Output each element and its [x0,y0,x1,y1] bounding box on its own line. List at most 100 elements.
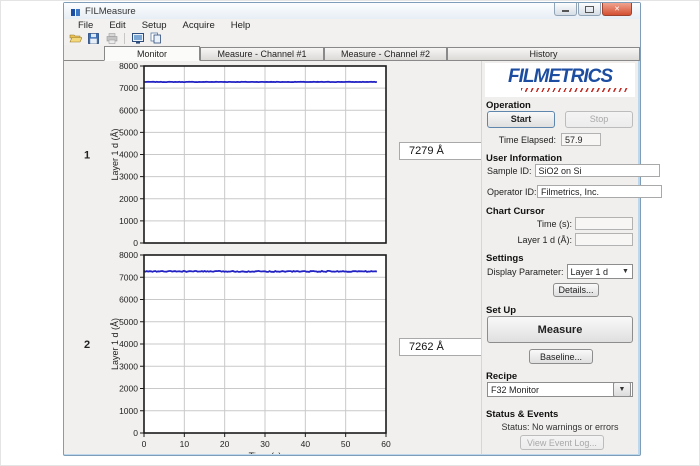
svg-text:8000: 8000 [119,251,138,260]
cursor-layer-field [575,233,633,246]
recipe-section-title: Recipe [486,371,517,382]
tab-strip: Monitor Measure - Channel #1 Measure - C… [64,45,640,61]
minimize-button[interactable] [554,3,577,16]
svg-text:8000: 8000 [119,61,138,71]
thickness-readout-channel-1: 7279 Å [399,142,488,160]
maximize-icon [585,6,594,13]
print-button[interactable] [104,32,119,45]
copy-button[interactable] [148,32,163,45]
svg-text:7000: 7000 [119,83,138,93]
close-button[interactable]: ✕ [602,3,632,16]
menu-bar: File Edit Setup Acquire Help [64,19,640,31]
svg-text:2000: 2000 [119,384,138,394]
maximize-button[interactable] [578,3,601,16]
svg-text:60: 60 [381,439,391,449]
menu-acquire[interactable]: Acquire [175,20,223,31]
svg-text:7000: 7000 [119,272,138,282]
filmeasure-window: FILMeasure ✕ File Edit Setup Acquire Hel… [63,2,641,456]
svg-text:50: 50 [341,439,351,449]
status-message: Status: No warnings or errors [482,422,638,432]
filmetrics-logo-hatch [521,88,629,92]
view-event-log-button[interactable]: View Event Log... [520,435,604,450]
baseline-button[interactable]: Baseline... [529,349,593,364]
svg-text:40: 40 [301,439,311,449]
print-icon [106,33,118,44]
cursor-time-field [575,217,633,230]
svg-text:Layer 1 d (Å): Layer 1 d (Å) [110,318,120,370]
title-bar[interactable]: FILMeasure ✕ [64,3,640,19]
minimize-icon [562,10,569,12]
svg-text:2: 2 [84,339,90,351]
svg-text:20: 20 [220,439,230,449]
svg-text:4000: 4000 [119,339,138,349]
save-button[interactable] [86,32,101,45]
start-button[interactable]: Start [487,111,555,128]
app-icon [71,8,81,17]
open-file-button[interactable] [68,32,83,45]
filmetrics-logo-text: FILMETRICS [485,66,635,88]
toolbar [64,31,640,45]
tab-history[interactable]: History [447,47,640,60]
open-folder-icon [69,33,82,44]
sample-id-input[interactable] [535,164,660,177]
svg-text:Layer 1 d (Å): Layer 1 d (Å) [110,128,120,180]
stop-button[interactable]: Stop [565,111,633,128]
svg-text:0: 0 [142,439,147,449]
time-elapsed-label: Time Elapsed: [487,135,558,145]
svg-text:5000: 5000 [119,127,138,137]
window-title: FILMeasure [85,6,136,17]
sample-id-label: Sample ID: [487,166,532,176]
tab-measure-channel-1[interactable]: Measure - Channel #1 [200,47,324,60]
svg-text:1000: 1000 [119,216,138,226]
svg-text:1: 1 [84,150,90,162]
menu-file[interactable]: File [70,20,101,31]
chevron-down-icon: ▼ [619,268,632,275]
thickness-readout-channel-2: 7262 Å [399,338,488,356]
menu-edit[interactable]: Edit [101,20,133,31]
filmetrics-logo: FILMETRICS [485,63,635,97]
monitor-content: 010002000300040005000600070008000Layer 1… [64,61,640,454]
recipe-dropdown-button[interactable]: ▼ [613,382,631,397]
svg-text:6000: 6000 [119,105,138,115]
menu-help[interactable]: Help [223,20,259,31]
svg-text:4000: 4000 [119,150,138,160]
svg-text:0: 0 [133,428,138,438]
save-icon [88,33,99,44]
copy-icon [150,32,162,44]
sidebar: FILMETRICS Operation Start Stop Time Ela… [481,61,638,454]
recipe-dropdown[interactable]: F32 Monitor ▼ [487,382,633,397]
setup-section-title: Set Up [486,305,516,316]
chart-cursor-section-title: Chart Cursor [486,206,545,217]
svg-text:3000: 3000 [119,361,138,371]
chart-panel: 010002000300040005000600070008000Layer 1… [64,61,481,454]
snapshot-icon [132,33,144,44]
time-elapsed-field: 57.9 [561,133,601,146]
operator-id-label: Operator ID: [487,187,534,197]
cursor-time-label: Time (s): [487,219,572,229]
tab-measure-channel-2[interactable]: Measure - Channel #2 [324,47,447,60]
svg-text:10: 10 [180,439,190,449]
cursor-layer-label: Layer 1 d (Å): [487,235,572,245]
snapshot-button[interactable] [130,32,145,45]
status-section-title: Status & Events [486,409,558,420]
svg-text:6000: 6000 [119,295,138,305]
user-information-section-title: User Information [486,153,562,164]
svg-text:3000: 3000 [119,172,138,182]
menu-setup[interactable]: Setup [134,20,175,31]
settings-section-title: Settings [486,253,523,264]
svg-text:1000: 1000 [119,406,138,416]
svg-text:5000: 5000 [119,317,138,327]
operator-id-input[interactable] [537,185,662,198]
svg-text:2000: 2000 [119,194,138,204]
svg-text:Time (s): Time (s) [249,451,282,454]
measure-button[interactable]: Measure [487,316,633,343]
display-parameter-dropdown[interactable]: Layer 1 d ▼ [567,264,633,279]
svg-text:30: 30 [260,439,270,449]
display-parameter-label: Display Parameter: [487,267,564,277]
tab-monitor[interactable]: Monitor [104,46,200,61]
svg-text:0: 0 [133,238,138,248]
details-button[interactable]: Details... [553,283,599,297]
toolbar-separator [124,33,125,44]
close-icon: ✕ [614,5,620,13]
window-controls: ✕ [554,3,632,16]
